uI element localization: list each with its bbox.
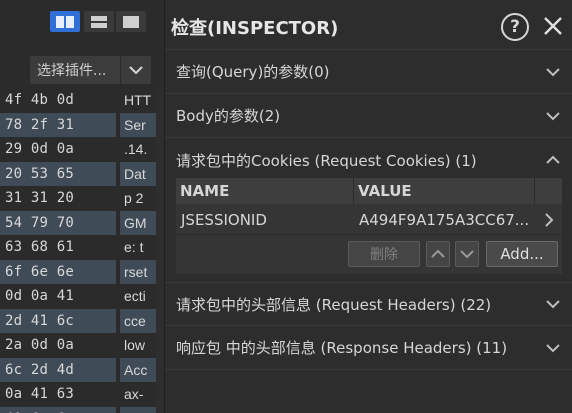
chevron-down-icon	[546, 300, 560, 309]
inspector-panel: 检查(INSPECTOR) ? 查询(Query)的参数(0) Body的参数(…	[164, 0, 572, 413]
ascii-text: cce	[120, 308, 160, 333]
hex-bytes: 6c 2d 4d	[0, 357, 116, 382]
single-view-button[interactable]	[116, 11, 146, 32]
plugin-selector-row: 选择插件...	[0, 56, 164, 85]
view-toolbar	[0, 0, 164, 46]
hex-bytes: 29 0d 0a	[5, 141, 75, 158]
hex-bytes: 63 68 61	[5, 239, 75, 256]
hex-bytes: 4f 4b 0d	[5, 92, 75, 109]
hex-row[interactable]: 63 68 61 e: t	[0, 235, 164, 260]
hex-row[interactable]: 31 31 20 p 2	[0, 186, 164, 211]
cookie-value-cell: A494F9A175A3CC67...	[359, 210, 530, 229]
section-req-headers-label: 请求包中的头部信息 (Request Headers) (22)	[176, 295, 492, 314]
ascii-text: .14.	[124, 141, 148, 158]
ascii-text: ecti	[124, 288, 146, 305]
cookie-name-cell: JSESSIONID	[181, 210, 267, 229]
close-icon[interactable]	[541, 14, 565, 38]
ascii-text: low	[124, 337, 146, 354]
hex-bytes: 41 6c 6c	[0, 406, 116, 413]
column-header-name[interactable]: NAME	[176, 178, 354, 204]
hex-row[interactable]: 6c 2d 4d Acc	[0, 357, 164, 382]
add-button[interactable]: Add...	[486, 241, 558, 267]
chevron-down-icon	[129, 65, 143, 74]
cookies-actions: 删除 Add...	[176, 238, 562, 270]
delete-button[interactable]: 删除	[348, 241, 420, 267]
hex-bytes: 54 79 70	[0, 210, 116, 235]
help-icon-glyph: ?	[510, 17, 520, 37]
hex-row[interactable]: 0a 41 63 ax-	[0, 382, 164, 407]
hex-row[interactable]: 41 6c 6c ces	[0, 406, 164, 413]
move-down-button[interactable]	[455, 241, 479, 267]
help-icon[interactable]: ?	[501, 13, 529, 41]
chevron-up-icon	[546, 155, 560, 164]
plugin-dropdown-button[interactable]	[120, 56, 151, 84]
inspector-header: 检查(INSPECTOR) ?	[165, 0, 572, 50]
hex-row[interactable]: 54 79 70 GM	[0, 210, 164, 235]
hex-bytes: 31 31 20	[5, 190, 75, 207]
hex-bytes: 2a 0d 0a	[5, 337, 75, 354]
ascii-text: GM	[120, 210, 160, 235]
cookies-table-header: NAME VALUE	[176, 178, 562, 204]
inspector-title: 检查(INSPECTOR)	[171, 18, 339, 39]
horizontal-view-button[interactable]	[84, 11, 114, 32]
ascii-text: Ser	[120, 112, 160, 137]
plugin-select[interactable]: 选择插件...	[30, 56, 120, 84]
ascii-text: rset	[120, 259, 160, 284]
chevron-up-icon	[431, 249, 445, 258]
hex-rows: 4f 4b 0d HTT 78 2f 31 Ser 29 0d 0a .14. 20 53…	[0, 88, 164, 413]
split-view-icon	[56, 15, 74, 28]
hex-bytes: 0d 0a 41	[5, 288, 75, 305]
hex-row[interactable]: 4f 4b 0d HTT	[0, 88, 164, 113]
hex-bytes: 0a 41 63	[5, 386, 75, 403]
hex-column-divider	[116, 88, 120, 413]
hex-bytes: 2d 41 6c	[0, 308, 116, 333]
section-query-params[interactable]: 查询(Query)的参数(0)	[165, 50, 572, 94]
hex-row[interactable]: 2d 41 6c cce	[0, 308, 164, 333]
hex-bytes: 20 53 65	[0, 161, 116, 186]
hex-row[interactable]: 29 0d 0a .14.	[0, 137, 164, 162]
hex-row[interactable]: 20 53 65 Dat	[0, 161, 164, 186]
hex-bytes: 78 2f 31	[0, 112, 116, 137]
hex-viewer-pane: 选择插件... 4f 4b 0d HTT 78 2f 31 Ser 29 0d 0a.…	[0, 0, 164, 413]
ascii-text: ax-	[124, 386, 144, 403]
split-view-button[interactable]	[50, 11, 80, 32]
ascii-text: ces	[120, 406, 160, 413]
section-request-headers[interactable]: 请求包中的头部信息 (Request Headers) (22)	[165, 282, 572, 326]
horizontal-view-icon	[91, 15, 107, 28]
section-response-headers[interactable]: 响应包 中的头部信息 (Response Headers) (11)	[165, 326, 572, 370]
chevron-down-icon	[546, 111, 560, 120]
single-view-icon	[123, 15, 139, 28]
move-up-button[interactable]	[426, 241, 450, 267]
chevron-right-icon[interactable]	[542, 212, 556, 228]
hex-scrollbar[interactable]	[156, 88, 164, 413]
table-row[interactable]: JSESSIONID A494F9A175A3CC67...	[176, 205, 562, 235]
hex-row[interactable]: 2a 0d 0a low	[0, 333, 164, 358]
ascii-text: HTT	[124, 92, 152, 109]
ascii-text: Dat	[120, 161, 160, 186]
chevron-down-icon	[546, 67, 560, 76]
cookies-table: NAME VALUE JSESSIONID A494F9A175A3CC67..…	[176, 178, 562, 274]
chevron-down-icon	[460, 250, 474, 259]
chevron-down-icon	[546, 343, 560, 352]
section-resp-headers-label: 响应包 中的头部信息 (Response Headers) (11)	[176, 339, 508, 357]
hex-bytes: 6f 6e 6e	[0, 259, 116, 284]
section-body-label: Body的参数(2)	[176, 107, 281, 125]
ascii-text: Acc	[120, 357, 160, 382]
column-header-spacer	[535, 178, 562, 204]
hex-row[interactable]: 0d 0a 41 ecti	[0, 284, 164, 309]
section-body-params[interactable]: Body的参数(2)	[165, 94, 572, 138]
hex-row[interactable]: 78 2f 31 Ser	[0, 112, 164, 137]
section-query-label: 查询(Query)的参数(0)	[176, 63, 330, 81]
section-request-cookies[interactable]: 请求包中的Cookies (Request Cookies) (1)	[165, 138, 572, 182]
section-cookies-label: 请求包中的Cookies (Request Cookies) (1)	[176, 151, 477, 170]
ascii-text: e: t	[124, 239, 144, 256]
hex-row[interactable]: 6f 6e 6e rset	[0, 259, 164, 284]
ascii-text: p 2	[124, 190, 144, 207]
column-header-value[interactable]: VALUE	[354, 178, 535, 204]
